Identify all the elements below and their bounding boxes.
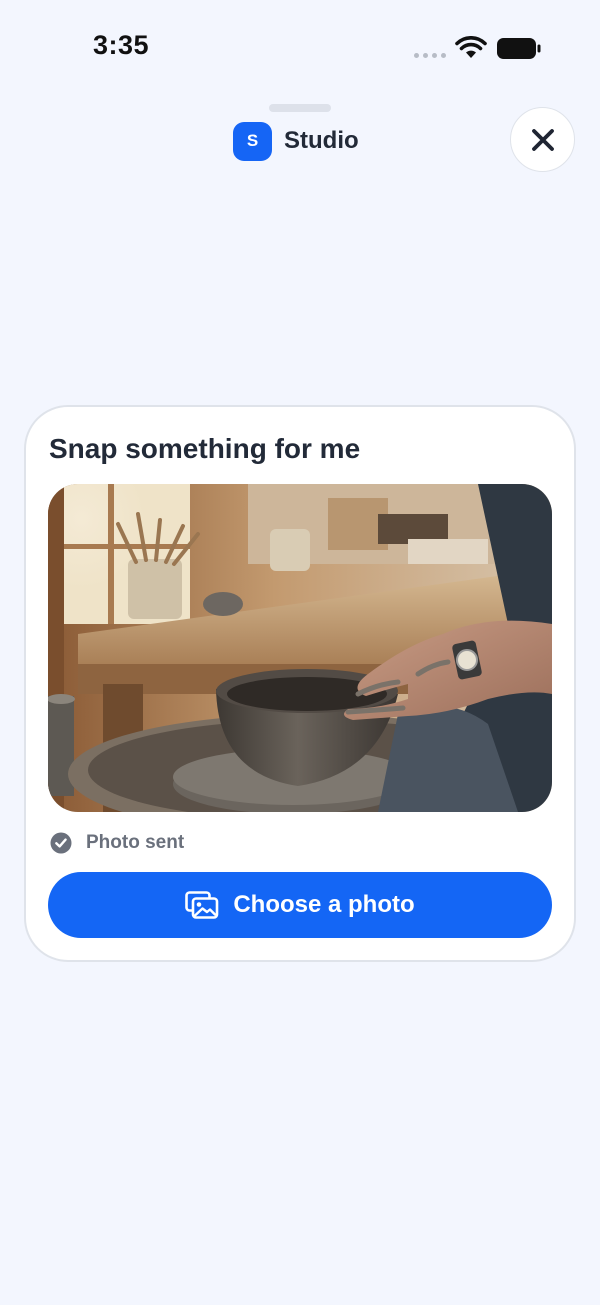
photo-request-card: Snap something for me Photo sent Choose … [24, 405, 576, 962]
photo-gallery-icon [185, 891, 219, 919]
choose-photo-label: Choose a photo [233, 891, 415, 918]
app-avatar: S [233, 121, 272, 161]
app-header: S Studio [233, 121, 359, 161]
wifi-icon [455, 36, 487, 58]
card-title: Snap something for me [49, 433, 361, 464]
sent-photo [48, 484, 552, 812]
status-bar: 3:35 [0, 0, 600, 96]
photo-sent-status: Photo sent [50, 831, 184, 855]
choose-photo-button[interactable]: Choose a photo [48, 872, 552, 938]
close-icon [531, 128, 554, 151]
status-time: 3:35 [93, 30, 150, 60]
close-button[interactable] [510, 107, 575, 172]
sheet-grabber[interactable] [269, 104, 331, 112]
battery-icon [497, 38, 541, 59]
photo-sent-label: Photo sent [86, 832, 185, 853]
check-circle-icon [50, 832, 72, 854]
app-name: Studio [284, 127, 359, 154]
cellular-signal-icon [414, 53, 446, 58]
